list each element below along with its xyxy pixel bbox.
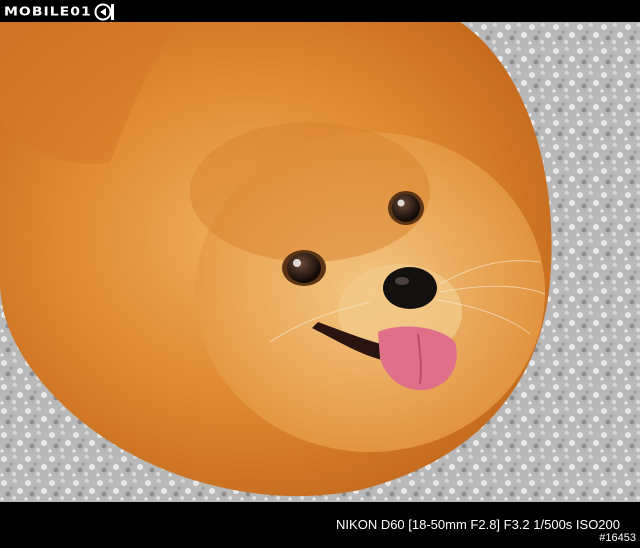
mobile01-logo-icon bbox=[94, 3, 114, 21]
dog-photo bbox=[0, 22, 640, 502]
caption-bar: NIKON D60 [18-50mm F2.8] F3.2 1/500s ISO… bbox=[0, 502, 640, 548]
logo-text: MOBILE01 bbox=[4, 4, 92, 20]
pomeranian-photo-icon bbox=[0, 22, 640, 502]
photo-id: #16453 bbox=[599, 532, 636, 544]
exif-info: NIKON D60 [18-50mm F2.8] F3.2 1/500s ISO… bbox=[336, 517, 620, 532]
top-bar: MOBILE01 bbox=[0, 0, 640, 22]
mobile01-logo[interactable]: MOBILE01 bbox=[4, 3, 116, 21]
